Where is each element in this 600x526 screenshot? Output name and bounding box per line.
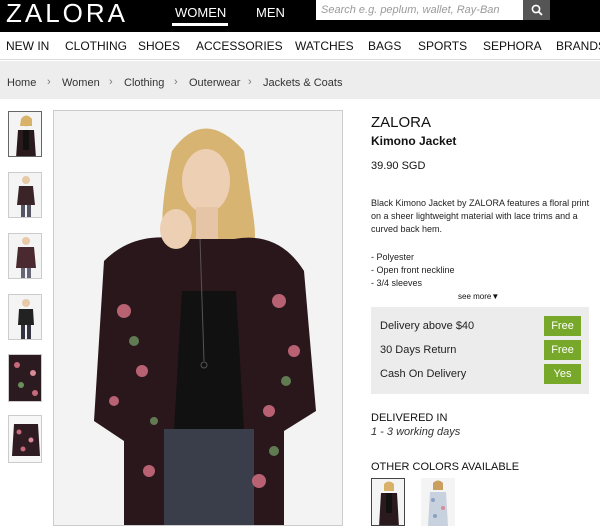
breadcrumb-chevron-icon: ›	[174, 76, 178, 88]
breadcrumb-chevron-icon: ›	[109, 76, 113, 88]
breadcrumb-jackets-coats: Jackets & Coats	[263, 77, 343, 89]
return-free-badge[interactable]: Free	[544, 340, 581, 360]
breadcrumb-clothing[interactable]: Clothing	[124, 77, 164, 89]
nav-clothing[interactable]: CLOTHING	[65, 39, 127, 53]
delivery-free-badge[interactable]: Free	[544, 316, 581, 336]
service-row: Delivery above $40 Free	[371, 314, 589, 338]
delivery-days: 1 - 3 working days	[371, 426, 461, 438]
service-row: Cash On Delivery Yes	[371, 362, 589, 386]
service-label: Delivery above $40	[380, 320, 475, 332]
see-more-link[interactable]: see more▼	[458, 292, 499, 301]
top-bar: ZALORA WOMEN MEN	[0, 0, 600, 32]
delivered-in-title: DELIVERED IN	[371, 412, 448, 424]
nav-sephora[interactable]: SEPHORA	[483, 39, 542, 53]
product-thumbnail[interactable]	[8, 294, 42, 340]
see-more-label: see more	[458, 292, 492, 301]
product-thumbnail[interactable]	[8, 415, 42, 463]
other-colors-title: OTHER COLORS AVAILABLE	[371, 461, 520, 473]
service-info-box: Delivery above $40 Free 30 Days Return F…	[371, 307, 589, 394]
product-thumbnail[interactable]	[8, 354, 42, 402]
feature-item: - Open front neckline	[371, 265, 455, 275]
service-label: 30 Days Return	[380, 344, 457, 356]
nav-brands[interactable]: BRANDS	[556, 39, 600, 53]
product-description: Black Kimono Jacket by ZALORA features a…	[371, 198, 590, 234]
tab-women[interactable]: WOMEN	[175, 3, 226, 23]
search-input[interactable]	[316, 0, 523, 20]
service-row: 30 Days Return Free	[371, 338, 589, 362]
breadcrumb-chevron-icon: ›	[248, 76, 252, 88]
zalora-logo[interactable]: ZALORA	[6, 0, 128, 26]
search-icon	[531, 4, 543, 16]
product-features: - Polyester - Open front neckline - 3/4 …	[371, 251, 455, 290]
product-brand[interactable]: ZALORA	[371, 114, 431, 131]
breadcrumb-chevron-icon: ›	[47, 76, 51, 88]
product-thumbnail[interactable]	[8, 111, 42, 157]
breadcrumb-women[interactable]: Women	[62, 77, 100, 89]
category-nav: NEW IN CLOTHING SHOES ACCESSORIES WATCHE…	[0, 32, 600, 60]
search-button[interactable]	[523, 0, 550, 20]
service-label: Cash On Delivery	[380, 368, 467, 380]
triangle-down-icon: ▼	[491, 292, 500, 301]
breadcrumb: Home › Women › Clothing › Outerwear › Ja…	[0, 61, 600, 99]
product-name: Kimono Jacket	[371, 134, 457, 148]
nav-bags[interactable]: BAGS	[368, 39, 401, 53]
nav-shoes[interactable]: SHOES	[138, 39, 180, 53]
nav-watches[interactable]: WATCHES	[295, 39, 354, 53]
cod-yes-badge[interactable]: Yes	[544, 364, 581, 384]
nav-sports[interactable]: SPORTS	[418, 39, 467, 53]
color-option-thumbnail[interactable]	[371, 478, 405, 526]
product-price: 39.90 SGD	[371, 160, 426, 172]
nav-new-in[interactable]: NEW IN	[6, 39, 49, 53]
breadcrumb-home[interactable]: Home	[7, 77, 36, 89]
color-option-thumbnail[interactable]	[421, 478, 455, 526]
active-tab-indicator	[172, 23, 228, 26]
nav-accessories[interactable]: ACCESSORIES	[196, 39, 283, 53]
product-thumbnail[interactable]	[8, 172, 42, 218]
feature-item: - Polyester	[371, 252, 415, 262]
feature-item: - 3/4 sleeves	[371, 278, 423, 288]
tab-men[interactable]: MEN	[256, 3, 285, 23]
main-product-image[interactable]	[53, 110, 343, 526]
breadcrumb-outerwear[interactable]: Outerwear	[189, 77, 240, 89]
product-thumbnail[interactable]	[8, 233, 42, 279]
